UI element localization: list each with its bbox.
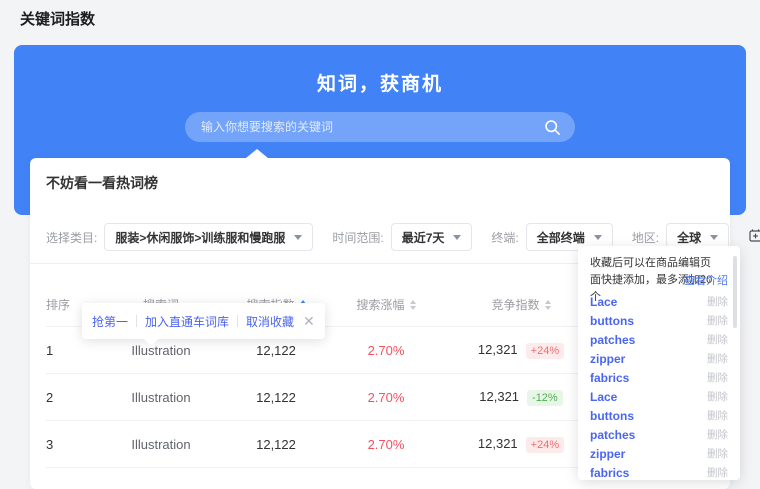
add-to-collection-icon: [748, 228, 760, 246]
category-value: 服装>休闲服饰>训练服和慢跑服: [115, 229, 285, 246]
column-header-label: 搜索涨幅: [356, 296, 404, 313]
favorite-word-link[interactable]: Lace: [590, 295, 617, 309]
rank-cell: 1: [46, 343, 106, 358]
search-icon[interactable]: [544, 119, 561, 136]
delete-button[interactable]: 删除: [707, 370, 728, 385]
delete-button[interactable]: 删除: [707, 465, 728, 480]
chevron-down-icon: [453, 235, 461, 240]
favorite-word-link[interactable]: Lace: [590, 390, 617, 404]
competition-value: 12,321: [479, 389, 519, 404]
delete-button[interactable]: 删除: [707, 313, 728, 328]
chevron-down-icon: [710, 235, 718, 240]
list-item: buttons 删除: [578, 406, 740, 425]
growth-cell: 2.70%: [336, 343, 436, 358]
search-input[interactable]: [201, 120, 544, 134]
search-index-cell: 12,122: [216, 343, 336, 358]
keyword-cell: Illustration: [106, 343, 216, 358]
tooltip-caret: [144, 339, 158, 346]
list-item: buttons 删除: [578, 311, 740, 330]
change-badge: +24%: [526, 437, 564, 453]
delete-button[interactable]: 删除: [707, 408, 728, 423]
page-title: 关键词指数: [20, 8, 95, 29]
favorite-word-link[interactable]: buttons: [590, 409, 634, 423]
rank-cell: 3: [46, 437, 106, 452]
delete-button[interactable]: 删除: [707, 427, 728, 442]
delete-button[interactable]: 删除: [707, 389, 728, 404]
list-item: fabrics 删除: [578, 368, 740, 387]
time-range-select[interactable]: 最近7天: [391, 223, 473, 251]
time-range-label: 时间范围:: [332, 229, 383, 246]
keyword-cell: Illustration: [106, 390, 216, 405]
favorite-word-link[interactable]: fabrics: [590, 466, 629, 480]
delete-button[interactable]: 删除: [707, 446, 728, 461]
chevron-down-icon: [294, 235, 302, 240]
search-index-cell: 12,122: [216, 437, 336, 452]
category-label: 选择类目:: [46, 229, 97, 246]
region-label: 地区:: [632, 229, 659, 246]
divider: [237, 315, 238, 327]
banner-headline: 知词，获商机: [14, 69, 746, 96]
favorite-word-link[interactable]: fabrics: [590, 371, 629, 385]
delete-button[interactable]: 删除: [707, 294, 728, 309]
keyword-action-tooltip: 抢第一 加入直通车词库 取消收藏 ✕: [82, 303, 325, 339]
sort-icon[interactable]: [410, 300, 416, 310]
keyword-cell: Illustration: [106, 437, 216, 452]
hot-words-heading: 不妨看一看热词榜: [46, 173, 158, 193]
list-item: Lace 删除: [578, 292, 740, 311]
column-header-search-growth: 搜索涨幅: [336, 296, 436, 313]
terminal-label: 终端:: [491, 229, 518, 246]
change-badge: +24%: [526, 343, 564, 359]
list-item: fabrics 删除: [578, 463, 740, 480]
close-icon[interactable]: ✕: [303, 314, 315, 328]
favorites-list: Lace 删除 buttons 删除 patches 删除 zipper 删除 …: [578, 292, 740, 480]
favorites-panel: 收藏后可以在商品编辑页面快捷添加，最多添加20个 查看介绍 Lace 删除 bu…: [578, 246, 740, 480]
list-item: patches 删除: [578, 330, 740, 349]
unfavorite-link[interactable]: 取消收藏: [246, 313, 294, 330]
delete-button[interactable]: 删除: [707, 351, 728, 366]
favorite-word-link[interactable]: zipper: [590, 447, 625, 461]
favorite-words-button[interactable]: 收藏词: [748, 228, 760, 247]
add-to-zhitongche-link[interactable]: 加入直通车词库: [145, 313, 229, 330]
terminal-value: 全部终端: [537, 229, 585, 246]
view-intro-link[interactable]: 查看介绍: [684, 272, 728, 288]
region-value: 全球: [677, 229, 701, 246]
column-header-label: 竞争指数: [491, 296, 539, 313]
chevron-down-icon: [594, 235, 602, 240]
list-item: zipper 删除: [578, 349, 740, 368]
competition-value: 12,321: [478, 342, 518, 357]
delete-button[interactable]: 删除: [707, 332, 728, 347]
list-item: zipper 删除: [578, 444, 740, 463]
grab-first-link[interactable]: 抢第一: [92, 313, 128, 330]
competition-value: 12,321: [478, 436, 518, 451]
list-item: Lace 删除: [578, 387, 740, 406]
scrollbar[interactable]: [733, 256, 737, 328]
list-item: patches 删除: [578, 425, 740, 444]
growth-cell: 2.70%: [336, 437, 436, 452]
search-index-cell: 12,122: [216, 390, 336, 405]
divider: [136, 315, 137, 327]
keyword-search-bar[interactable]: [185, 112, 575, 142]
growth-cell: 2.70%: [336, 390, 436, 405]
favorite-word-link[interactable]: patches: [590, 333, 635, 347]
favorite-word-link[interactable]: patches: [590, 428, 635, 442]
change-badge: -12%: [527, 390, 563, 406]
rank-cell: 2: [46, 390, 106, 405]
card-notch: [246, 149, 268, 158]
time-range-value: 最近7天: [402, 229, 445, 246]
favorite-word-link[interactable]: buttons: [590, 314, 634, 328]
sort-icon[interactable]: [545, 300, 551, 310]
category-select[interactable]: 服装>休闲服饰>训练服和慢跑服: [104, 223, 313, 251]
favorite-word-link[interactable]: zipper: [590, 352, 625, 366]
